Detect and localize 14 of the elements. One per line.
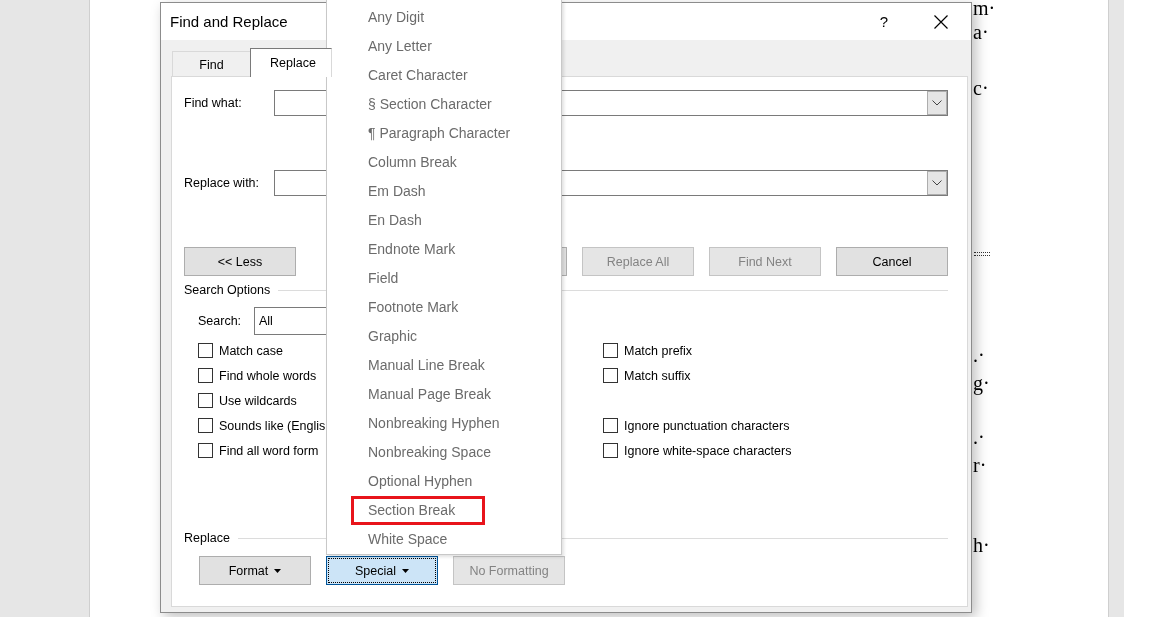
text-fragment: m· bbox=[973, 0, 996, 19]
field-label: Replace with: bbox=[184, 176, 261, 190]
text-fragment: .· bbox=[973, 344, 985, 366]
text-fragment: .· bbox=[973, 426, 985, 448]
field-label: Find what: bbox=[184, 96, 243, 110]
text-fragment: g· bbox=[973, 372, 990, 394]
group-title: Replace bbox=[184, 531, 230, 545]
group-title: Search Options bbox=[184, 283, 271, 297]
text-fragment: c· bbox=[973, 77, 989, 99]
text-fragment: h· bbox=[973, 534, 990, 556]
search-label: Search: bbox=[198, 314, 243, 328]
text-fragment: a· bbox=[973, 21, 989, 43]
text-fragment: r· bbox=[973, 454, 987, 476]
window-title: Find and Replace bbox=[170, 13, 288, 30]
